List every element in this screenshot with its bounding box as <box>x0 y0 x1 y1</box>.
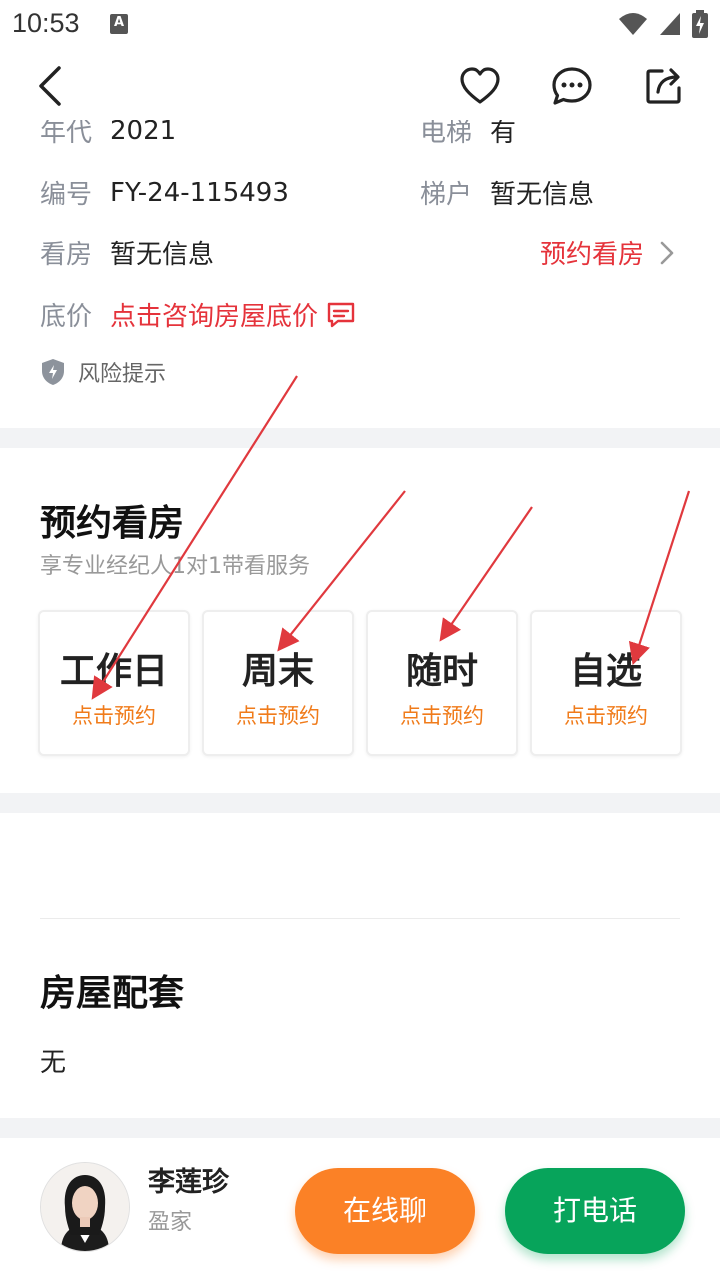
nav-bar <box>0 50 720 120</box>
info-row-base-price: 底价 点击咨询房屋底价 <box>40 296 356 333</box>
share-button[interactable] <box>638 60 690 112</box>
info-row-elevator: 电梯 有 <box>420 120 516 149</box>
facilities-value: 无 <box>40 1048 67 1078</box>
info-value: 有 <box>490 120 517 148</box>
bottom-action-bar: 李莲珍 盈家 在线聊 打电话 <box>0 1138 720 1280</box>
message-button[interactable] <box>546 60 598 112</box>
facilities-title: 房屋配套 <box>40 973 185 1014</box>
status-icons <box>618 10 708 38</box>
info-row-code: 编号 FY-24-115493 <box>40 174 289 211</box>
call-button[interactable]: 打电话 <box>505 1168 685 1254</box>
slot-title: 随时 <box>405 651 478 692</box>
info-label: 梯户 <box>420 180 473 210</box>
battery-icon <box>692 10 708 38</box>
separator-line <box>40 918 680 919</box>
message-icon <box>552 67 592 105</box>
heart-icon <box>460 67 500 104</box>
info-label: 底价 <box>40 302 93 332</box>
agent-name: 李莲珍 <box>148 1167 229 1198</box>
agent-photo-icon <box>41 1163 129 1251</box>
section-divider <box>0 793 720 813</box>
shield-icon <box>42 359 64 385</box>
slot-custom[interactable]: 自选 点击预约 <box>530 610 682 756</box>
slot-action: 点击预约 <box>564 704 648 728</box>
slot-action: 点击预约 <box>400 704 484 728</box>
back-icon <box>39 66 61 106</box>
favorite-button[interactable] <box>454 60 506 112</box>
booking-title: 预约看房 <box>40 503 185 544</box>
online-chat-button[interactable]: 在线聊 <box>295 1168 475 1254</box>
info-label: 编号 <box>40 180 93 210</box>
status-bar: 10:53 A <box>0 0 720 50</box>
back-button[interactable] <box>24 60 76 112</box>
section-divider <box>0 1118 720 1138</box>
agent-avatar[interactable] <box>40 1162 130 1252</box>
book-viewing-link[interactable]: 预约看房 <box>540 234 678 271</box>
house-info-section: 年代 2021 电梯 有 编号 FY-24-115493 梯户 暂无信息 看房 … <box>0 120 720 428</box>
slot-title: 周末 <box>241 651 314 692</box>
notification-icon: A <box>110 14 128 34</box>
chevron-right-icon <box>660 241 674 264</box>
consult-price-link[interactable]: 点击咨询房屋底价 <box>110 296 318 333</box>
info-row-viewing: 看房 暂无信息 <box>40 234 214 271</box>
slot-weekend[interactable]: 周末 点击预约 <box>202 610 354 756</box>
agent-company: 盈家 <box>148 1210 193 1235</box>
chat-bubble-icon[interactable] <box>326 301 356 329</box>
slot-action: 点击预约 <box>236 704 320 728</box>
section-divider <box>0 428 720 448</box>
risk-tip[interactable]: 风险提示 <box>40 356 166 388</box>
slot-action: 点击预约 <box>72 704 156 728</box>
risk-tip-label: 风险提示 <box>78 362 167 387</box>
slot-anytime[interactable]: 随时 点击预约 <box>366 610 518 756</box>
info-value: FY-24-115493 <box>110 177 289 208</box>
info-label: 看房 <box>40 240 93 270</box>
wifi-icon <box>619 13 647 35</box>
slot-weekday[interactable]: 工作日 点击预约 <box>38 610 190 756</box>
booking-subtitle: 享专业经纪人1对1带看服务 <box>40 554 310 579</box>
info-row-year: 年代 2021 <box>40 120 176 149</box>
slot-title: 工作日 <box>59 651 168 692</box>
info-value: 暂无信息 <box>110 240 215 270</box>
info-value: 2021 <box>110 120 177 146</box>
book-viewing-label: 预约看房 <box>540 240 645 270</box>
signal-icon <box>660 13 680 35</box>
info-value: 暂无信息 <box>490 180 595 210</box>
share-icon <box>646 68 681 104</box>
info-row-ladder-household: 梯户 暂无信息 <box>420 174 594 211</box>
slot-title: 自选 <box>569 651 642 692</box>
info-label: 年代 <box>40 120 93 148</box>
status-time: 10:53 <box>12 8 80 38</box>
info-label: 电梯 <box>420 120 473 148</box>
